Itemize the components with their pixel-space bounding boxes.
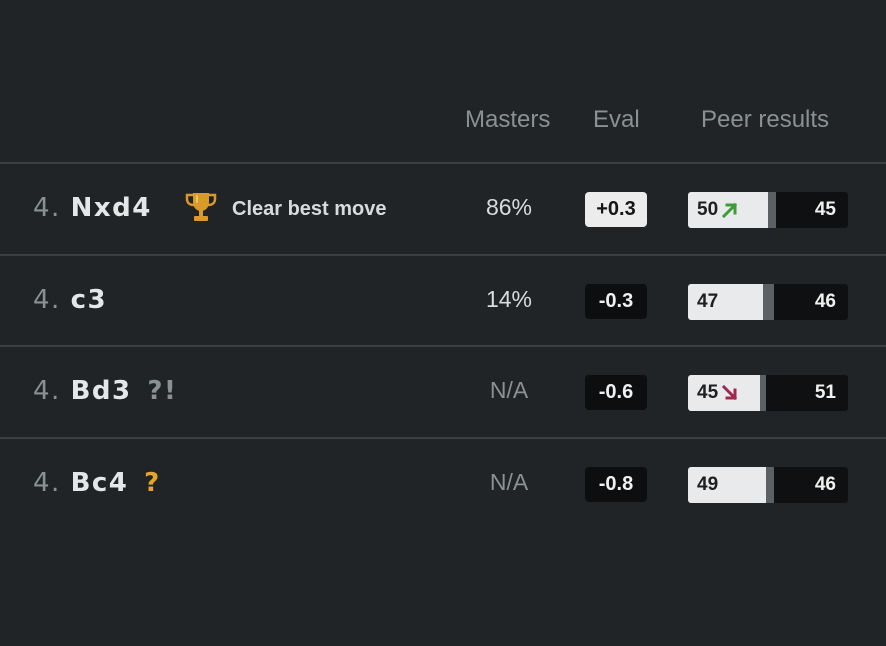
- masters-percentage: 86%: [485, 194, 533, 220]
- trend-down-icon: [721, 384, 739, 402]
- eval-chip: -0.8: [585, 467, 647, 502]
- peer-white-value: 49: [697, 474, 719, 495]
- peer-white-value: 47: [697, 291, 719, 312]
- masters-column-header: Masters: [465, 106, 551, 133]
- move-san: c3: [70, 285, 108, 315]
- dubious-annotation: ?!: [147, 376, 178, 406]
- peer-results-bar: 45 51: [688, 375, 848, 411]
- move-number: 4.: [33, 468, 61, 498]
- peer-results-bar: 49 46: [688, 467, 848, 503]
- peer-white-value-group: 50: [697, 192, 739, 228]
- masters-percentage: N/A: [489, 377, 529, 403]
- eval-column-header: Eval: [593, 106, 640, 133]
- move-number: 4.: [33, 285, 61, 315]
- table-header: Masters Eval Peer results: [0, 100, 886, 142]
- move-row-c3[interactable]: 4. c3 14% -0.3 47 46: [0, 254, 886, 346]
- masters-percentage: 14%: [485, 286, 533, 312]
- peer-black-value: 46: [814, 291, 836, 312]
- move-row-nxd4[interactable]: 4. Nxd4 Clear best move 86% +0.3 50 45: [0, 162, 886, 254]
- mistake-annotation: ?: [144, 468, 161, 498]
- eval-chip: +0.3: [585, 192, 647, 227]
- eval-chip: -0.3: [585, 284, 647, 319]
- peer-white-value-group: 49: [697, 467, 718, 503]
- move-number: 4.: [33, 376, 61, 406]
- move-san: Bc4: [70, 468, 129, 498]
- peer-black-value: 46: [814, 474, 836, 495]
- move-notation: 4. Bd3 ?!: [33, 376, 177, 406]
- peer-draw-segment: [768, 192, 776, 228]
- trend-up-icon: [721, 201, 739, 219]
- badge-label: Clear best move: [232, 197, 387, 220]
- peer-white-value: 45: [697, 382, 719, 403]
- move-row-bc4[interactable]: 4. Bc4 ? N/A -0.8 49 46: [0, 437, 886, 529]
- move-notation: 4. Nxd4: [33, 193, 152, 223]
- best-move-badge: Clear best move: [184, 192, 387, 226]
- peer-results-column-header: Peer results: [701, 106, 830, 133]
- peer-white-value-group: 47: [697, 284, 718, 320]
- move-san: Bd3: [70, 376, 132, 406]
- peer-white-value: 50: [697, 199, 719, 220]
- peer-results-bar: 50 45: [688, 192, 848, 228]
- move-row-bd3[interactable]: 4. Bd3 ?! N/A -0.6 45 51: [0, 345, 886, 437]
- peer-white-value-group: 45: [697, 375, 739, 411]
- peer-draw-segment: [760, 375, 767, 411]
- move-san: Nxd4: [70, 193, 152, 223]
- peer-black-value: 51: [814, 382, 836, 403]
- move-notation: 4. Bc4 ?: [33, 468, 161, 498]
- peer-results-bar: 47 46: [688, 284, 848, 320]
- peer-black-value: 45: [814, 199, 836, 220]
- eval-chip: -0.6: [585, 375, 647, 410]
- peer-draw-segment: [766, 467, 775, 503]
- trophy-icon: [184, 191, 218, 227]
- masters-percentage: N/A: [489, 469, 529, 495]
- peer-draw-segment: [763, 284, 775, 320]
- move-notation: 4. c3: [33, 285, 107, 315]
- move-number: 4.: [33, 193, 61, 223]
